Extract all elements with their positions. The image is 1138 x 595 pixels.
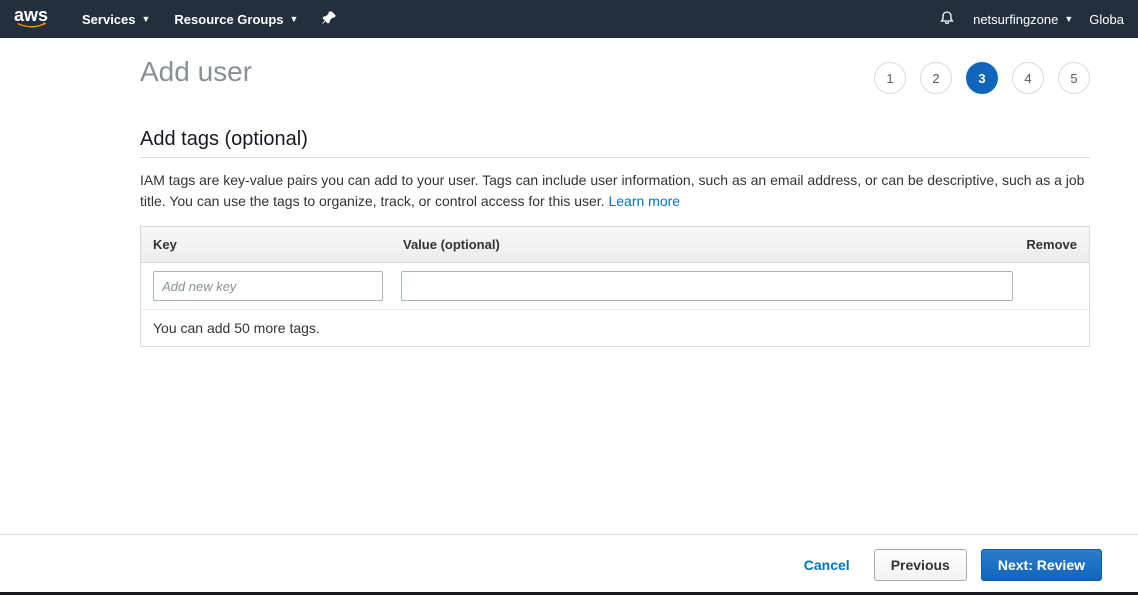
tags-table: Key Value (optional) Remove You can add … [140, 226, 1090, 347]
nav-resource-groups-label: Resource Groups [174, 12, 283, 27]
col-remove-header: Remove [1007, 237, 1077, 252]
nav-services[interactable]: Services ▼ [82, 12, 150, 27]
nav-account-label: netsurfingzone [973, 12, 1058, 27]
next-review-button[interactable]: Next: Review [981, 549, 1102, 581]
tag-key-input[interactable] [153, 271, 383, 301]
chevron-down-icon: ▼ [290, 14, 299, 24]
step-5[interactable]: 5 [1058, 62, 1090, 94]
wizard-steps: 1 2 3 4 5 [874, 62, 1090, 94]
step-4[interactable]: 4 [1012, 62, 1044, 94]
nav-account[interactable]: netsurfingzone ▼ [973, 12, 1073, 27]
main-content: Add user 1 2 3 4 5 Add tags (optional) I… [0, 38, 1138, 347]
aws-logo[interactable]: aws [14, 5, 50, 30]
col-key-header: Key [153, 237, 403, 252]
nav-region-label: Globa [1089, 12, 1124, 27]
pin-icon[interactable] [322, 11, 336, 28]
tag-value-input[interactable] [401, 271, 1013, 301]
tag-counter: You can add 50 more tags. [141, 310, 1089, 346]
learn-more-link[interactable]: Learn more [608, 193, 680, 209]
step-3[interactable]: 3 [966, 62, 998, 94]
cancel-button[interactable]: Cancel [794, 549, 860, 581]
step-2[interactable]: 2 [920, 62, 952, 94]
section-description: IAM tags are key-value pairs you can add… [140, 170, 1090, 212]
col-value-header: Value (optional) [403, 237, 1007, 252]
aws-logo-text: aws [14, 5, 48, 25]
nav-resource-groups[interactable]: Resource Groups ▼ [174, 12, 298, 27]
chevron-down-icon: ▼ [142, 14, 151, 24]
divider [140, 157, 1090, 158]
tags-table-header: Key Value (optional) Remove [141, 227, 1089, 263]
step-1[interactable]: 1 [874, 62, 906, 94]
nav-services-label: Services [82, 12, 136, 27]
nav-region[interactable]: Globa [1089, 12, 1124, 27]
bell-icon[interactable] [939, 10, 955, 29]
footer-actions: Cancel Previous Next: Review [0, 534, 1138, 595]
previous-button[interactable]: Previous [874, 549, 967, 581]
chevron-down-icon: ▼ [1064, 14, 1073, 24]
section-title: Add tags (optional) [140, 128, 1090, 157]
tag-row [141, 263, 1089, 309]
top-nav: aws Services ▼ Resource Groups ▼ netsurf… [0, 0, 1138, 38]
